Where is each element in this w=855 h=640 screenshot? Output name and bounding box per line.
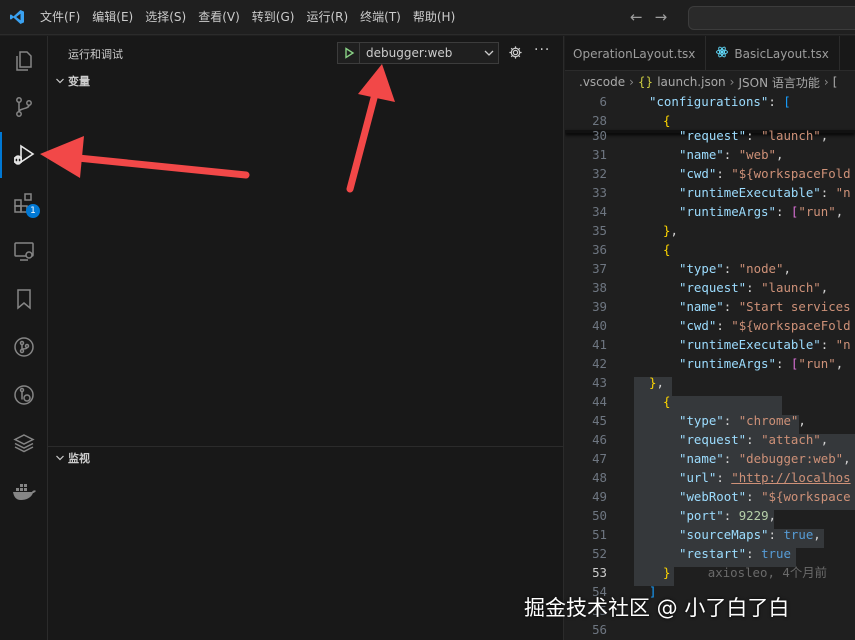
editor-tabs: TS OperationLayout.tsx BasicLayout.tsx [565, 36, 855, 71]
code-line: 34 "runtimeArgs": ["run", [592, 204, 844, 219]
react-file-icon [716, 46, 729, 61]
menu-bar: 文件(F) 编辑(E) 选择(S) 查看(V) 转到(G) 运行(R) 终端(T… [34, 0, 461, 35]
code-line: 44{ [592, 394, 671, 409]
tab-operation-layout[interactable]: TS OperationLayout.tsx [565, 36, 707, 71]
breadcrumb-file[interactable]: launch.json [657, 75, 725, 89]
code-line: 46 "request": "attach", [592, 432, 829, 447]
code-line: 33 "runtimeExecutable": "n [592, 185, 851, 200]
chevron-right-icon: › [629, 75, 634, 89]
breadcrumb-array[interactable]: [ [833, 75, 838, 89]
json-file-icon: {} [637, 75, 654, 89]
run-debug-sidebar: 运行和调试 debugger:web ··· 变量 监视 [48, 36, 564, 640]
code-line: 51 "sourceMaps": true, [592, 527, 821, 542]
code-line: 35}, [592, 223, 678, 238]
command-center[interactable] [688, 6, 855, 30]
nav-arrows: ← → [630, 8, 667, 26]
gear-icon[interactable] [508, 45, 523, 63]
code-line: 56 [592, 622, 607, 637]
code-line: 42 "runtimeArgs": ["run", [592, 356, 844, 371]
code-line: 38 "request": "launch", [592, 280, 829, 295]
launch-config-name: debugger:web [366, 46, 453, 60]
chevron-down-icon [480, 47, 498, 59]
code-line: 52 "restart": true [592, 546, 791, 561]
extensions-badge: 1 [26, 204, 40, 218]
title-bar: 文件(F) 编辑(E) 选择(S) 查看(V) 转到(G) 运行(R) 终端(T… [0, 0, 855, 35]
code-line: 37 "type": "node", [592, 261, 791, 276]
watermark: 掘金技术社区 @ 小了白了白 [524, 596, 790, 620]
code-line: 40 "cwd": "${workspaceFold [592, 318, 851, 333]
breadcrumb-folder[interactable]: .vscode [579, 75, 625, 89]
docker-icon[interactable] [0, 468, 48, 514]
activity-bar: 1 [0, 36, 48, 640]
code-line: 50 "port": 9229, [592, 508, 776, 523]
breadcrumb: .vscode › {} launch.json › JSON 语言功能 › [ [565, 72, 855, 92]
tab-label: BasicLayout.tsx [734, 46, 829, 61]
tab-basic-layout[interactable]: BasicLayout.tsx [706, 36, 840, 71]
code-line: 32 "cwd": "${workspaceFold [592, 166, 851, 181]
code-line: 31 "name": "web", [592, 147, 784, 162]
menu-view[interactable]: 查看(V) [192, 0, 246, 35]
start-debugging-icon[interactable] [338, 43, 360, 63]
url-link[interactable]: "http://localhos [731, 470, 850, 485]
variables-section-header[interactable]: 变量 [48, 70, 564, 92]
more-actions-icon[interactable]: ··· [534, 42, 550, 58]
chevron-right-icon: › [823, 75, 829, 89]
vscode-logo-icon [0, 0, 34, 35]
git-blame-annotation: axiosleo, 4个月前 [707, 565, 828, 580]
code-editor[interactable]: 6 "configurations": [ 28{ 30 "request": "l… [565, 92, 855, 640]
code-line: 36{ [592, 242, 671, 257]
chevron-right-icon: › [729, 75, 735, 89]
bookmarks-icon[interactable] [0, 276, 48, 322]
menu-terminal[interactable]: 终端(T) [354, 0, 407, 35]
code-line: 30 "request": "launch", [592, 128, 829, 143]
launch-config-dropdown[interactable]: debugger:web [337, 42, 499, 64]
menu-go[interactable]: 转到(G) [246, 0, 301, 35]
forward-arrow-icon[interactable]: → [655, 8, 668, 26]
sidebar-title: 运行和调试 [68, 48, 123, 61]
gitlens-icon[interactable] [0, 372, 48, 418]
watch-section-header[interactable]: 监视 [48, 447, 564, 469]
back-arrow-icon[interactable]: ← [630, 8, 643, 26]
menu-edit[interactable]: 编辑(E) [86, 0, 139, 35]
run-debug-icon[interactable] [0, 132, 48, 178]
source-control-icon[interactable] [0, 84, 48, 130]
menu-selection[interactable]: 选择(S) [139, 0, 192, 35]
watch-label: 监视 [68, 452, 90, 465]
code-line: 47 "name": "debugger:web", [592, 451, 851, 466]
extensions-icon[interactable]: 1 [0, 180, 48, 226]
explorer-icon[interactable] [0, 38, 48, 84]
code-line: 49 "webRoot": "${workspace [592, 489, 851, 504]
code-line: 41 "runtimeExecutable": "n [592, 337, 851, 352]
git-graph-icon[interactable] [0, 324, 48, 370]
menu-help[interactable]: 帮助(H) [407, 0, 461, 35]
breadcrumb-feature[interactable]: JSON 语言功能 [738, 74, 819, 91]
code-line: 53} axiosleo, 4个月前 [592, 565, 828, 580]
remote-explorer-icon[interactable] [0, 228, 48, 274]
menu-run[interactable]: 运行(R) [300, 0, 354, 35]
chevron-down-icon [52, 76, 68, 86]
code-line: 48 "url": "http://localhos [592, 470, 851, 485]
code-line: 6 "configurations": [ [599, 94, 791, 109]
tab-label: OperationLayout.tsx [573, 46, 696, 61]
variables-label: 变量 [68, 75, 90, 88]
code-line: 43}, [592, 375, 664, 390]
chevron-down-icon [52, 453, 68, 463]
code-line: 39 "name": "Start services [592, 299, 851, 314]
menu-file[interactable]: 文件(F) [34, 0, 86, 35]
database-layers-icon[interactable] [0, 420, 48, 466]
code-line: 45 "type": "chrome", [592, 413, 806, 428]
